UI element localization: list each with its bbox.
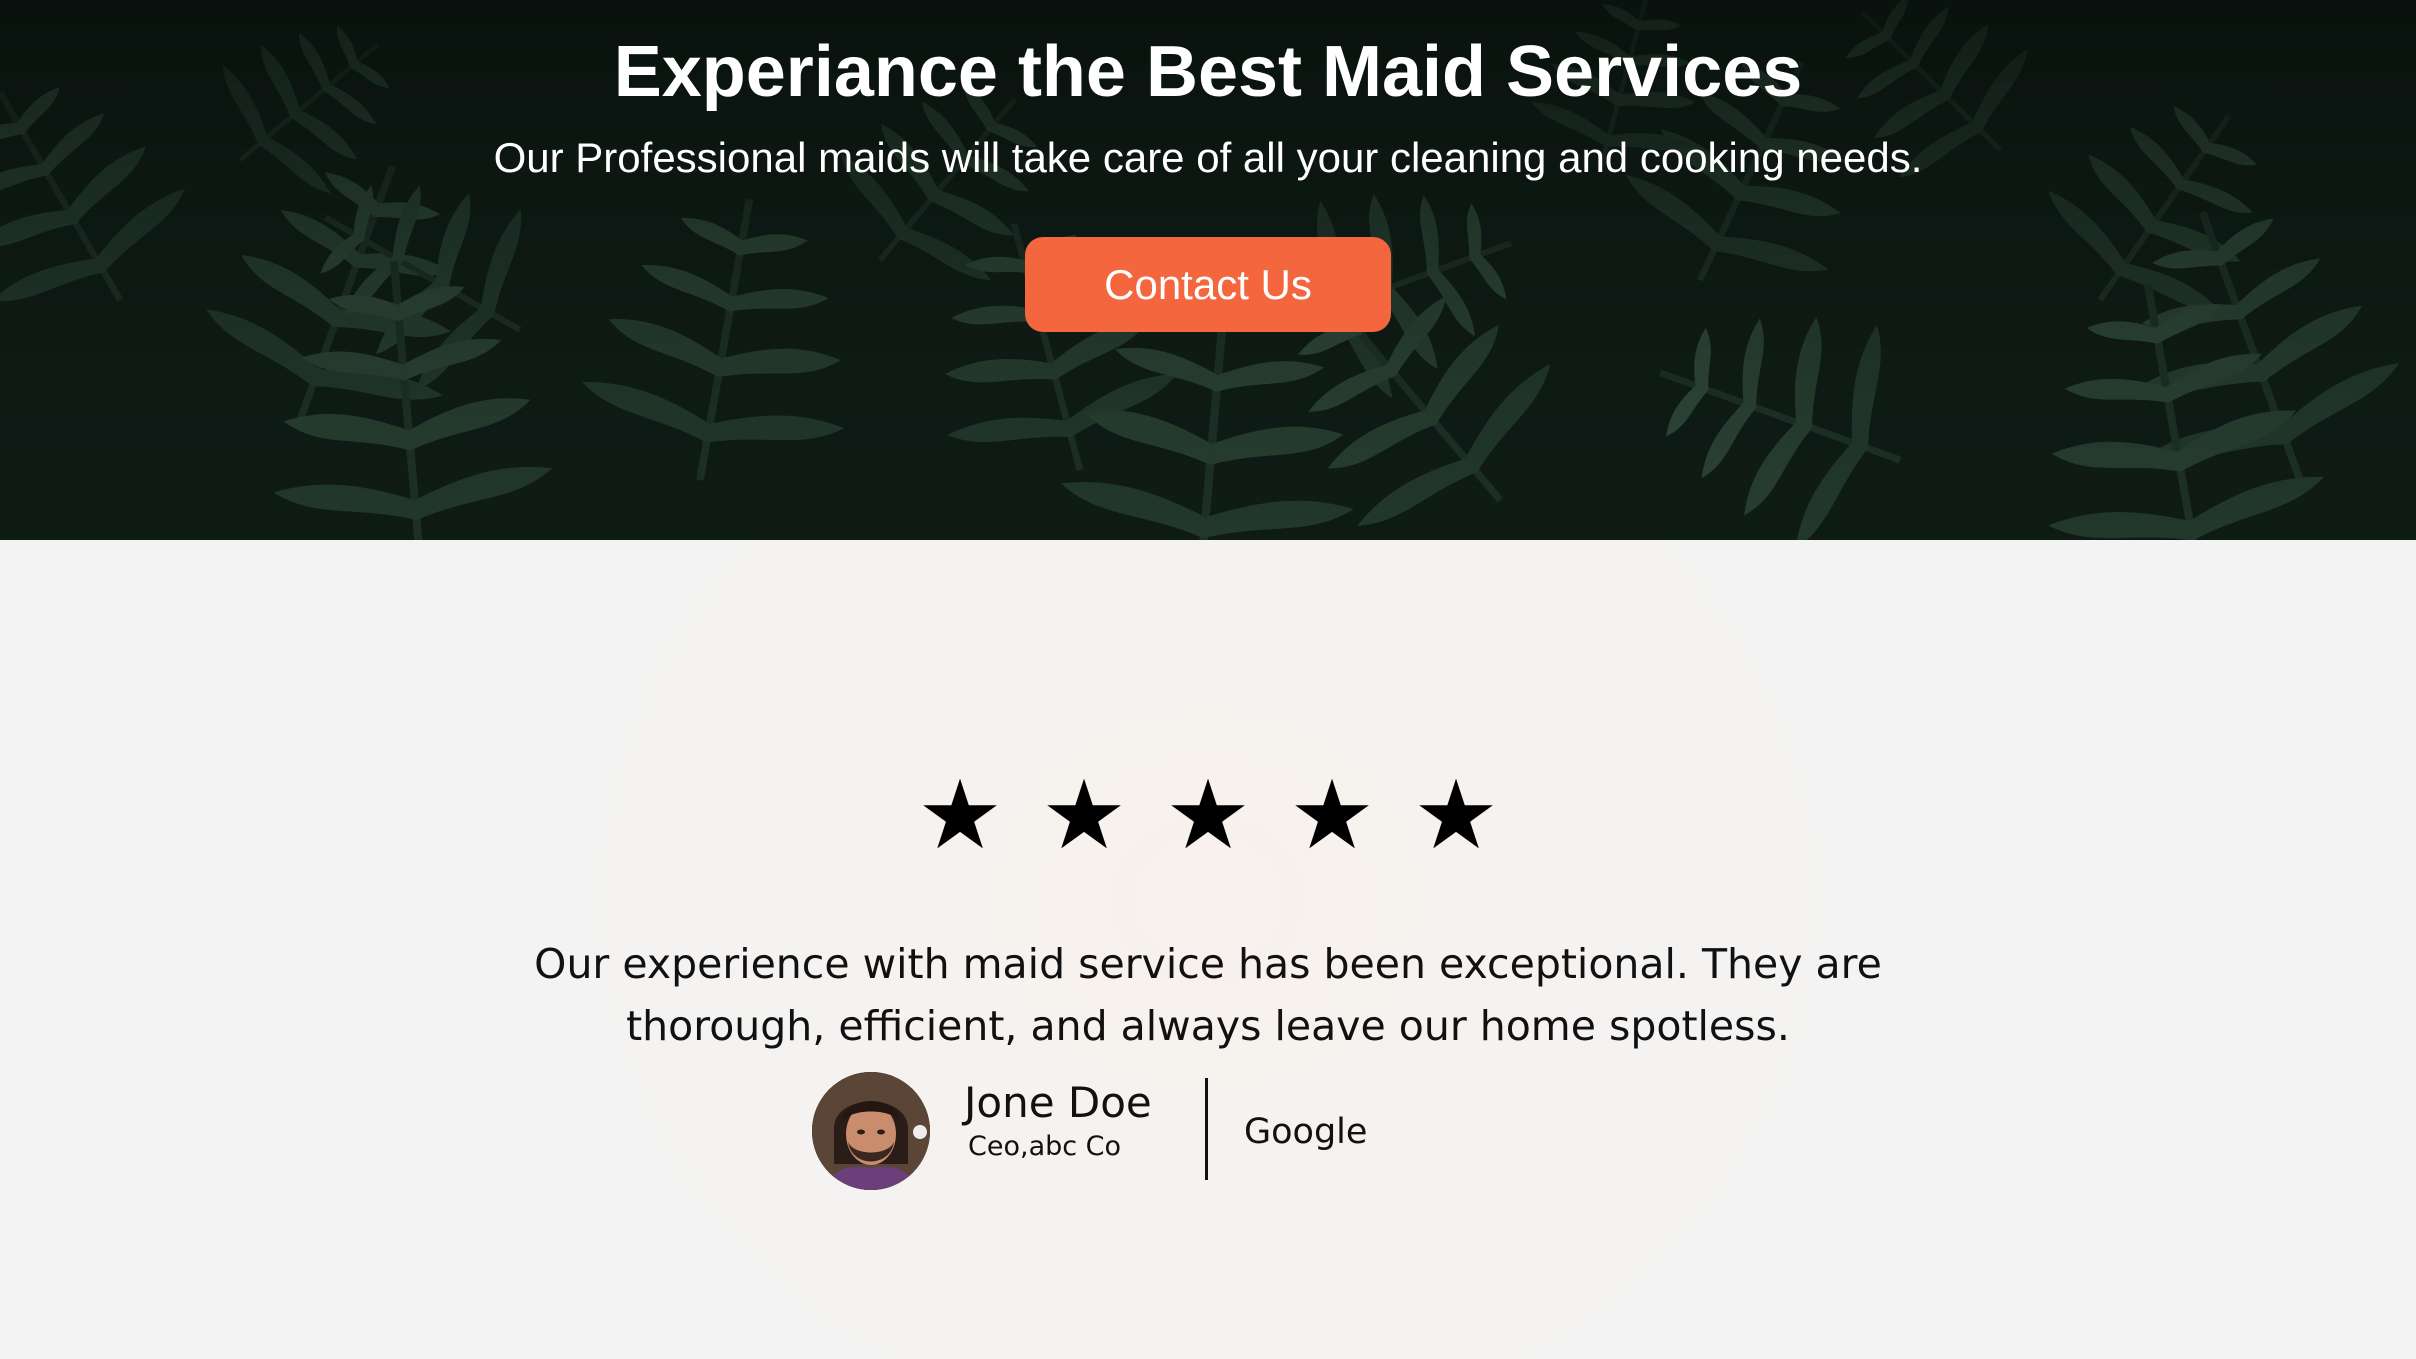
author-role: Ceo,abc Co bbox=[968, 1131, 1122, 1162]
contact-us-button[interactable]: Contact Us bbox=[1025, 237, 1391, 332]
star-icon: ★ bbox=[1040, 759, 1128, 871]
author-name: Jone Doe bbox=[964, 1078, 1152, 1127]
hero-content: Experiance the Best Maid Services Our Pr… bbox=[0, 0, 2416, 540]
vertical-divider bbox=[1205, 1078, 1208, 1180]
star-icon: ★ bbox=[1288, 759, 1376, 871]
hero-title: Experiance the Best Maid Services bbox=[613, 32, 1803, 112]
hero-subtitle: Our Professional maids will take care of… bbox=[493, 134, 1923, 181]
hero-section: Experiance the Best Maid Services Our Pr… bbox=[0, 0, 2416, 540]
rating-stars: ★ ★ ★ ★ ★ bbox=[0, 760, 2416, 871]
person-portrait-avatar bbox=[812, 1072, 930, 1190]
star-icon: ★ bbox=[916, 759, 1004, 871]
testimonial-section: ★ ★ ★ ★ ★ Our experience with maid service h… bbox=[0, 540, 2416, 1359]
testimonial-author: Jone Doe Ceo,abc Co Google bbox=[812, 1070, 1712, 1190]
review-source: Google bbox=[1244, 1112, 1368, 1152]
star-icon: ★ bbox=[1164, 759, 1252, 871]
testimonial-quote: Our experience with maid service has bee… bbox=[534, 940, 1882, 1050]
star-icon: ★ bbox=[1412, 759, 1500, 871]
